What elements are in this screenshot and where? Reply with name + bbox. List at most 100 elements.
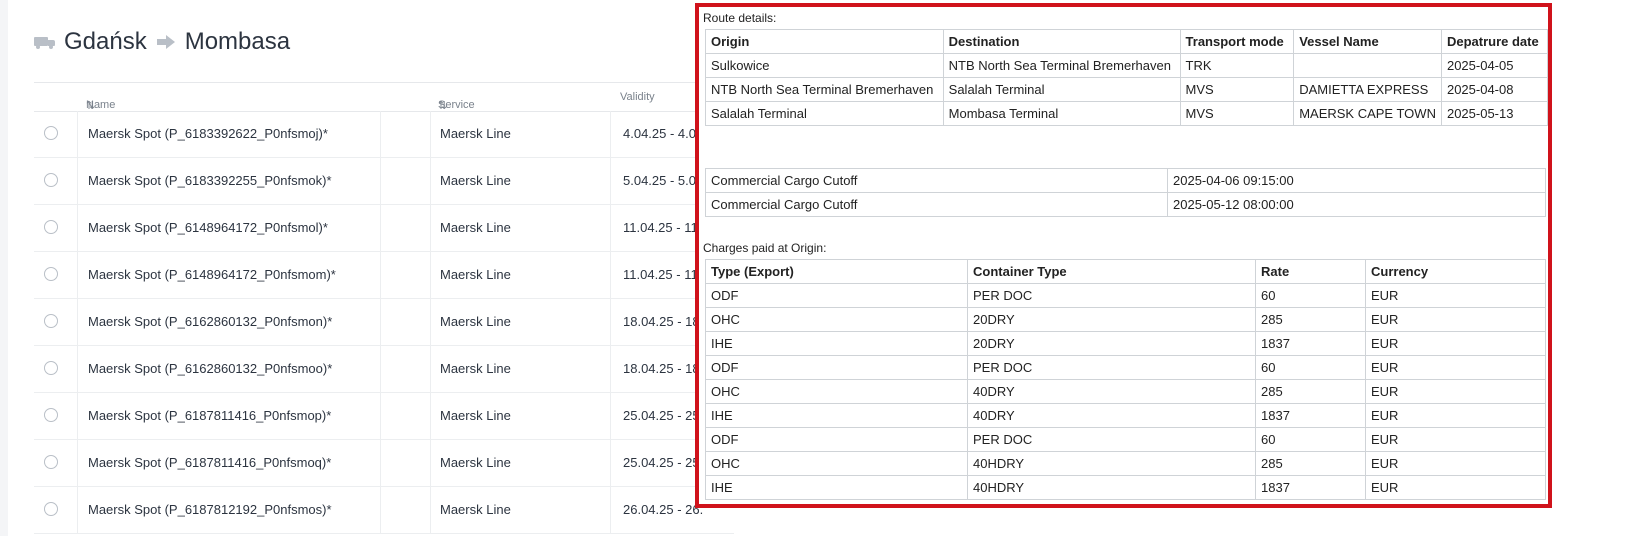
charge-cell: EUR [1365, 379, 1546, 404]
offer-name: Maersk Spot (P_6187811416_P0nfsmoq)* [88, 455, 332, 470]
select-radio[interactable] [44, 361, 58, 375]
cell-divider [430, 393, 431, 439]
charge-cell: 1837 [1255, 475, 1366, 500]
select-radio[interactable] [44, 455, 58, 469]
offer-row[interactable]: Maersk Spot (P_6187811416_P0nfsmoq)* Maer… [34, 440, 734, 487]
offer-row[interactable]: Maersk Spot (P_6183392255_P0nfsmok)* Maer… [34, 158, 734, 205]
origin-city: Gdańsk [64, 28, 147, 55]
charge-cell: EUR [1365, 283, 1546, 308]
cell-divider [610, 393, 611, 439]
column-header-validity[interactable]: Validity [620, 91, 655, 103]
offer-service: Maersk Line [440, 314, 511, 329]
offer-row[interactable]: Maersk Spot (P_6148964172_P0nfsmol)* Maer… [34, 205, 734, 252]
select-radio[interactable] [44, 126, 58, 140]
charge-cell: 40DRY [967, 403, 1256, 428]
offer-validity: 4.04.25 - 4.04 [623, 126, 704, 141]
route-cell [1293, 53, 1442, 78]
offer-validity: 11.04.25 - 11. [623, 220, 702, 235]
cell-divider [610, 487, 611, 533]
select-radio[interactable] [44, 314, 58, 328]
route-header-cell: Vessel Name [1293, 29, 1442, 54]
cell-divider [430, 205, 431, 251]
select-radio[interactable] [44, 173, 58, 187]
select-radio[interactable] [44, 408, 58, 422]
charge-cell: 60 [1255, 283, 1366, 308]
cell-divider [610, 440, 611, 486]
route-details-caption: Route details: [703, 11, 777, 25]
offer-service: Maersk Line [440, 220, 511, 235]
route-cell: MVS [1179, 101, 1295, 126]
cell-divider [77, 158, 78, 204]
offer-name: Maersk Spot (P_6183392622_P0nfsmoj)* [88, 126, 328, 141]
route-header-cell: Transport mode [1179, 29, 1295, 54]
offer-validity: 25.04.25 - 25. [623, 455, 704, 470]
charge-cell: ODF [705, 427, 968, 452]
charge-cell: OHC [705, 307, 968, 332]
route-table: Origin Destination Transport mode Vessel Na… [705, 29, 1548, 126]
charge-cell: OHC [705, 379, 968, 404]
offer-list: Maersk Spot (P_6183392622_P0nfsmoj)* Maer… [34, 111, 734, 534]
offer-row[interactable]: Maersk Spot (P_6162860132_P0nfsmon)* Maer… [34, 299, 734, 346]
charge-row: ODF PER DOC 60 EUR [705, 427, 1546, 452]
offer-row[interactable]: Maersk Spot (P_6162860132_P0nfsmoo)* Maer… [34, 346, 734, 393]
select-radio[interactable] [44, 502, 58, 516]
offer-validity: 11.04.25 - 11. [623, 267, 702, 282]
cell-divider [610, 252, 611, 298]
charge-row: OHC 20DRY 285 EUR [705, 307, 1546, 332]
charge-cell: 1837 [1255, 331, 1366, 356]
charge-cell: 60 [1255, 427, 1366, 452]
cell-divider [380, 393, 381, 439]
offer-validity: 18.04.25 - 18. [623, 314, 704, 329]
route-cell: TRK [1179, 53, 1295, 78]
route-cell: 2025-05-13 [1440, 101, 1548, 126]
charge-cell: ODF [705, 283, 968, 308]
offer-service: Maersk Line [440, 455, 511, 470]
cell-divider [430, 158, 431, 204]
charge-cell: IHE [705, 403, 968, 428]
route-cell: DAMIETTA EXPRESS [1293, 77, 1442, 102]
offer-row[interactable]: Maersk Spot (P_6183392622_P0nfsmoj)* Maer… [34, 111, 734, 158]
cell-divider [430, 111, 431, 157]
offer-service: Maersk Line [440, 502, 511, 517]
charges-header-cell: Container Type [967, 259, 1256, 284]
charge-cell: EUR [1365, 403, 1546, 428]
cell-divider [77, 252, 78, 298]
offer-row[interactable]: Maersk Spot (P_6148964172_P0nfsmom)* Maer… [34, 252, 734, 299]
cell-divider [430, 440, 431, 486]
charge-cell: 285 [1255, 379, 1366, 404]
cell-divider [77, 111, 78, 157]
route-cell: NTB North Sea Terminal Bremerhaven [705, 77, 944, 102]
cutoff-cell: Commercial Cargo Cutoff [705, 168, 1168, 193]
cell-divider [610, 299, 611, 345]
offer-validity: 25.04.25 - 25. [623, 408, 704, 423]
cell-divider [610, 205, 611, 251]
offer-row[interactable]: Maersk Spot (P_6187811416_P0nfsmop)* Maer… [34, 393, 734, 440]
select-radio[interactable] [44, 267, 58, 281]
select-radio[interactable] [44, 220, 58, 234]
offer-name: Maersk Spot (P_6183392255_P0nfsmok)* [88, 173, 332, 188]
route-cell: NTB North Sea Terminal Bremerhaven [942, 53, 1181, 78]
cell-divider [380, 205, 381, 251]
offer-row[interactable]: Maersk Spot (P_6187812192_P0nfsmos)* Maer… [34, 487, 734, 534]
route-row: Sulkowice NTB North Sea Terminal Bremerha… [705, 53, 1548, 78]
charge-row: IHE 40HDRY 1837 EUR [705, 475, 1546, 500]
truck-icon [34, 35, 56, 49]
charge-row: ODF PER DOC 60 EUR [705, 355, 1546, 380]
charge-cell: EUR [1365, 427, 1546, 452]
offer-name: Maersk Spot (P_6187811416_P0nfsmop)* [88, 408, 332, 423]
offer-service: Maersk Line [440, 361, 511, 376]
offer-name: Maersk Spot (P_6162860132_P0nfsmoo)* [88, 361, 333, 376]
route-row: NTB North Sea Terminal Bremerhaven Salala… [705, 77, 1548, 102]
cutoff-row: Commercial Cargo Cutoff 2025-04-06 09:15:… [705, 168, 1546, 193]
offer-service: Maersk Line [440, 126, 511, 141]
charge-cell: 40HDRY [967, 475, 1256, 500]
cell-divider [380, 252, 381, 298]
cell-divider [610, 346, 611, 392]
cell-divider [430, 346, 431, 392]
charge-cell: IHE [705, 331, 968, 356]
charge-row: IHE 40DRY 1837 EUR [705, 403, 1546, 428]
charge-cell: 20DRY [967, 307, 1256, 332]
charge-cell: EUR [1365, 355, 1546, 380]
charge-cell: EUR [1365, 307, 1546, 332]
offer-validity: 26.04.25 - 26. [623, 502, 704, 517]
